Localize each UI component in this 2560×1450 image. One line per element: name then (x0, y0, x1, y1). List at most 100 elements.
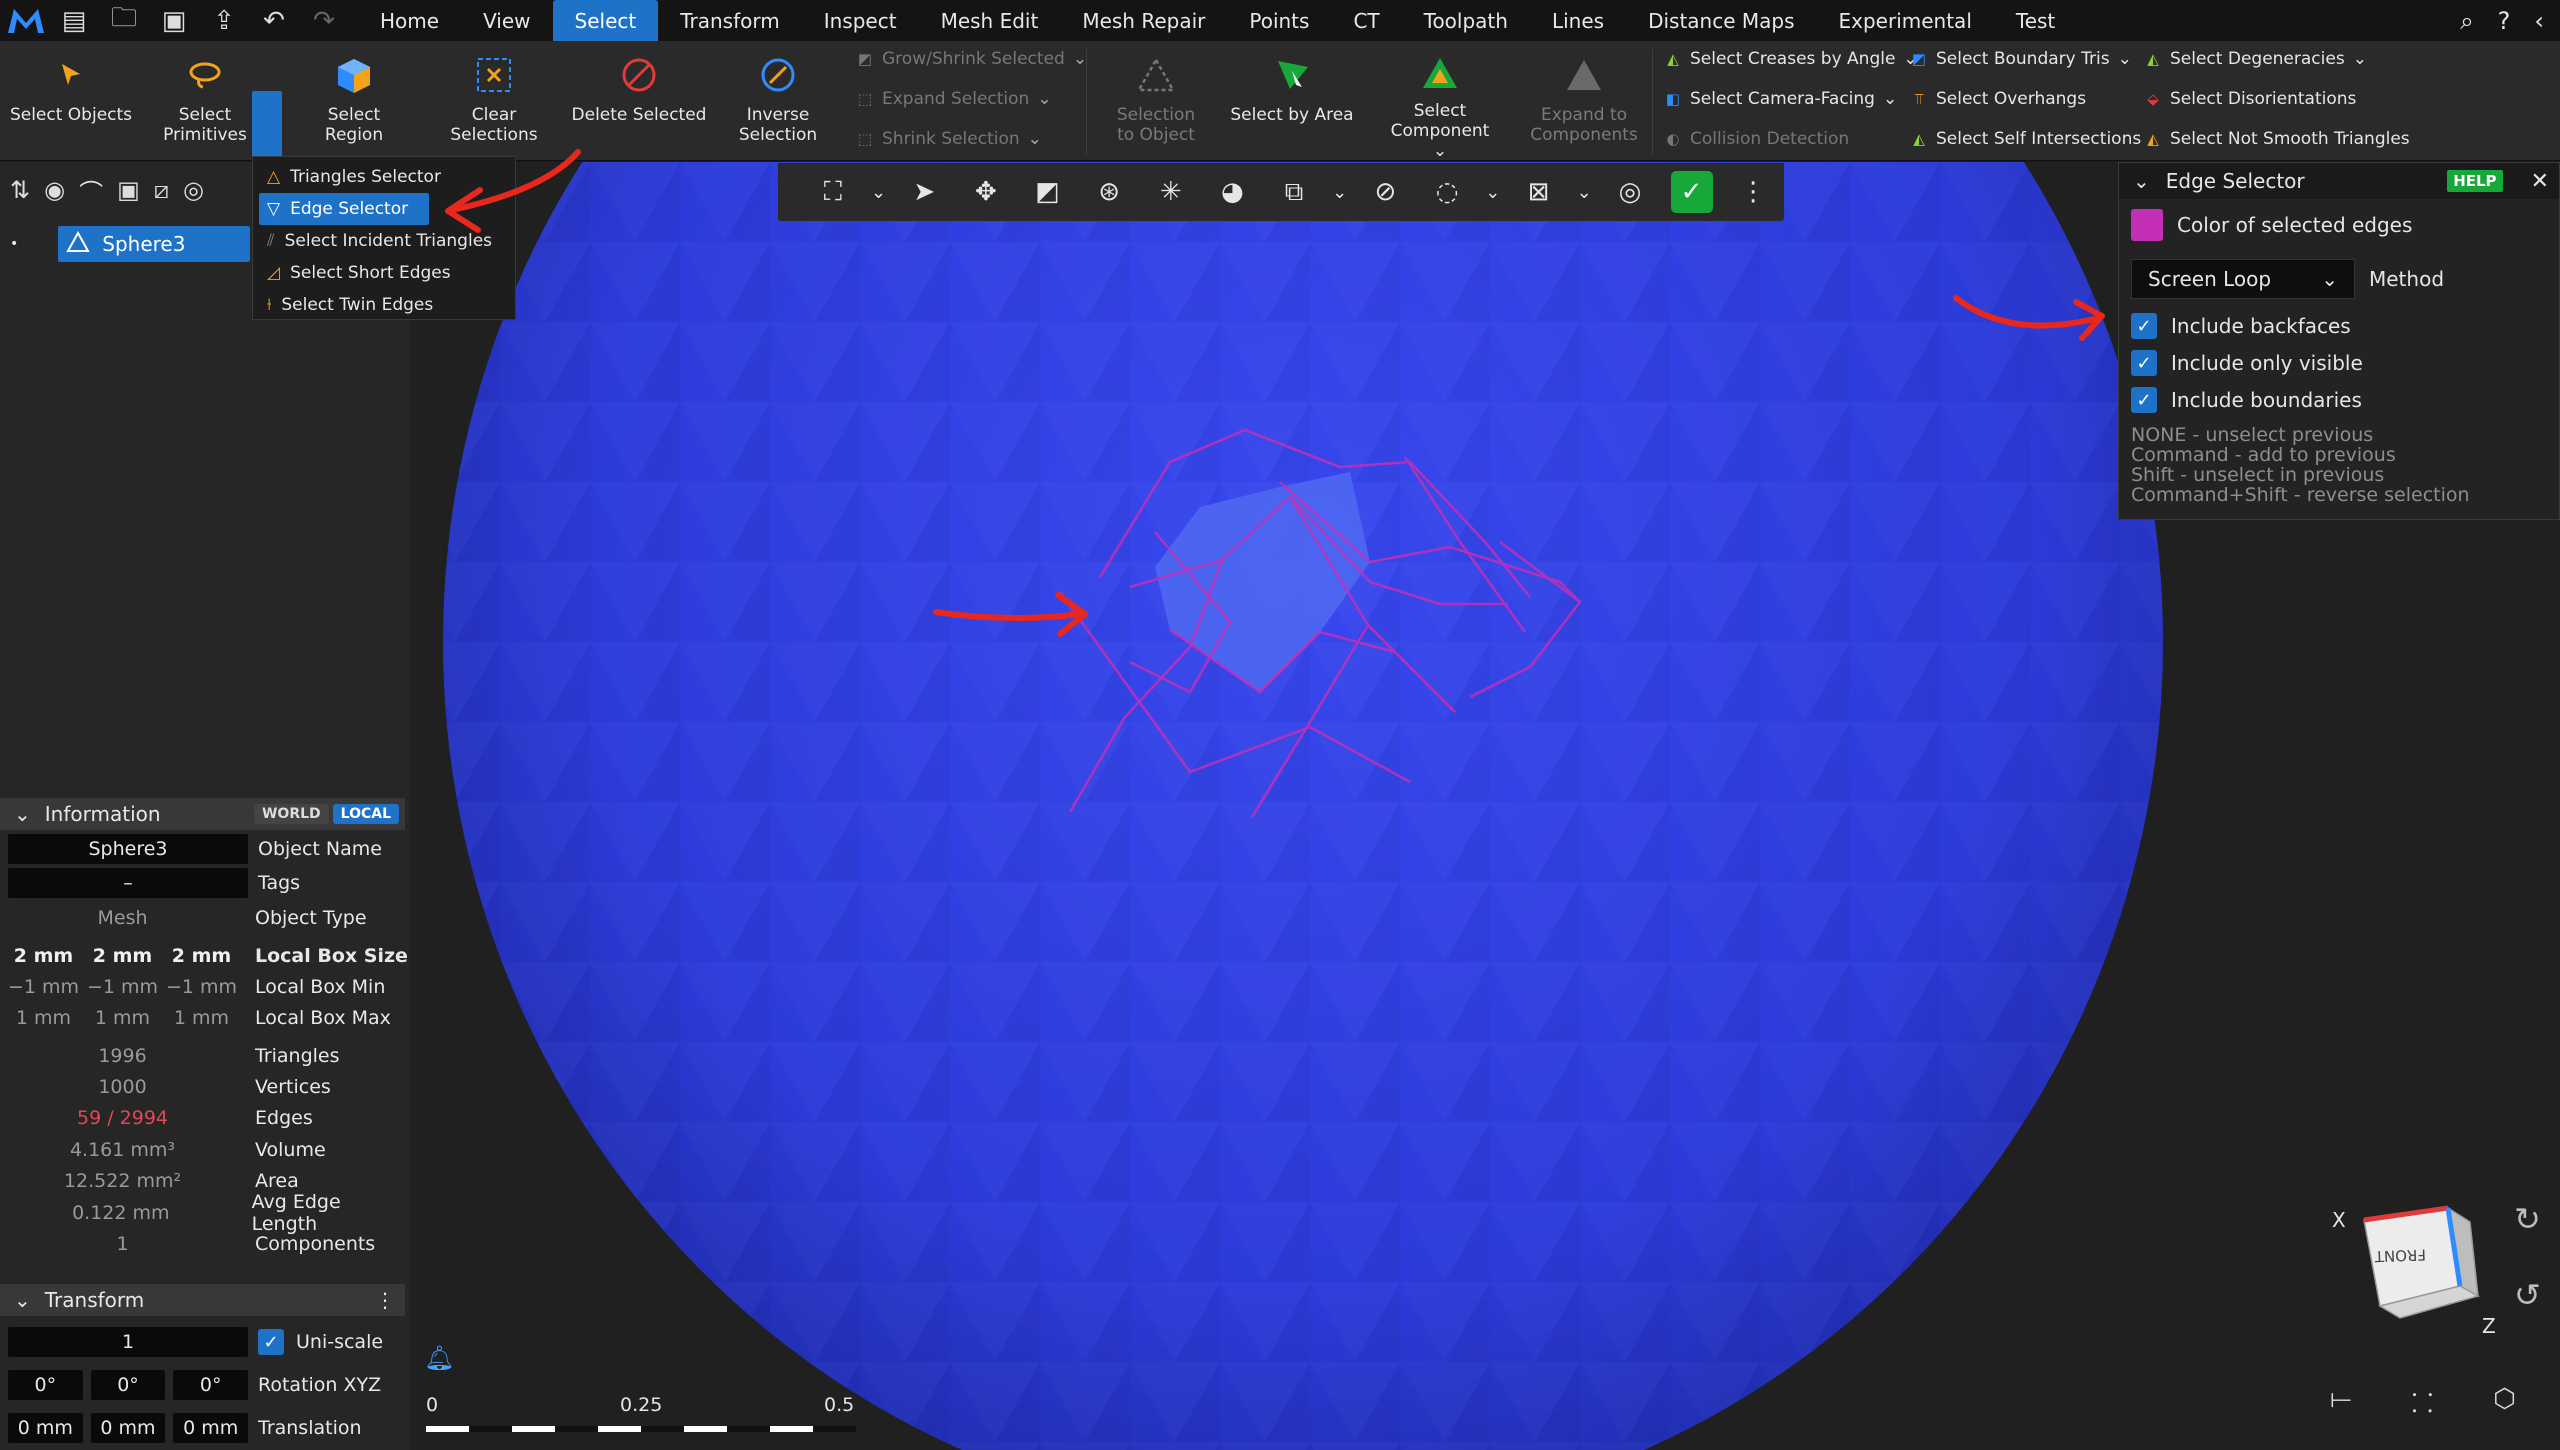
select-by-area-button[interactable]: Select by Area (1230, 41, 1354, 161)
rotation-z-field[interactable]: 0° (173, 1370, 249, 1400)
select-region-button[interactable]: Select Region (296, 41, 412, 161)
box-select-icon[interactable]: ⊠ (1508, 163, 1570, 221)
select-overhangs-button[interactable]: ⫪ Select Overhangs (1910, 89, 2086, 109)
help-icon[interactable]: ? (2498, 7, 2511, 35)
expand-selection-button[interactable]: ⬚ Expand Selection ⌄ (856, 89, 1052, 109)
select-all-icon[interactable]: ▣ (117, 176, 140, 204)
chevron-down-icon[interactable]: ⌄ (1325, 163, 1355, 221)
more-options-icon[interactable]: ⋮ (375, 1288, 395, 1312)
rotate-icon[interactable]: ⊛ (1078, 163, 1140, 221)
tab-mesh-edit[interactable]: Mesh Edit (919, 0, 1061, 41)
shading-icon[interactable]: ◕ (1202, 163, 1264, 221)
rotation-y-field[interactable]: 0° (90, 1370, 166, 1400)
method-select[interactable]: Screen Loop ⌄ (2131, 259, 2355, 299)
deselect-icon[interactable]: ⧄ (154, 176, 169, 204)
chevron-down-icon[interactable]: ⌄ (1478, 163, 1508, 221)
include-only-visible-checkbox[interactable]: ✓ (2131, 350, 2157, 376)
open-folder-icon[interactable]: 🗀 (102, 3, 146, 39)
select-self-intersections-button[interactable]: ◭ Select Self Intersections (1910, 129, 2141, 149)
chevron-down-icon[interactable]: ⌄ (2133, 169, 2150, 193)
new-document-icon[interactable]: ▤ (52, 3, 96, 39)
sort-icon[interactable]: ⇅ (10, 176, 30, 204)
tab-test[interactable]: Test (1994, 0, 2077, 41)
lasso-icon[interactable]: ◌ (1416, 163, 1478, 221)
menu-item-select-incident-triangles[interactable]: ⫽ Select Incident Triangles (253, 225, 515, 257)
tab-lines[interactable]: Lines (1530, 0, 1626, 41)
transform-gizmo-icon[interactable]: ✳ (1140, 163, 1202, 221)
menu-item-edge-selector[interactable]: ▽ Edge Selector (259, 193, 429, 225)
information-header[interactable]: ⌄ Information WORLD LOCAL (0, 798, 405, 830)
local-toggle[interactable]: LOCAL (332, 804, 399, 824)
save-icon[interactable]: ▣ (152, 3, 196, 39)
rotation-x-field[interactable]: 0° (8, 1370, 83, 1400)
clear-selections-button[interactable]: Clear Selections (440, 41, 548, 161)
select-disorientations-button[interactable]: ⬙ Select Disorientations (2144, 89, 2356, 109)
translation-z-field[interactable]: 0 mm (173, 1413, 249, 1443)
select-boundary-tris-button[interactable]: ◩ Select Boundary Tris ⌄ (1910, 49, 2132, 69)
menu-item-select-short-edges[interactable]: ◿ Select Short Edges (253, 257, 515, 289)
translation-x-field[interactable]: 0 mm (8, 1413, 83, 1443)
tab-points[interactable]: Points (1227, 0, 1331, 41)
select-degeneracies-button[interactable]: ◭ Select Degeneracies ⌄ (2144, 49, 2367, 69)
confirm-toggle[interactable]: ✓ (1661, 163, 1723, 221)
include-backfaces-checkbox[interactable]: ✓ (2131, 313, 2157, 339)
select-not-smooth-button[interactable]: ◭ Select Not Smooth Triangles (2144, 129, 2409, 149)
close-icon[interactable]: ✕ (2531, 169, 2549, 194)
select-objects-button[interactable]: Select Objects (8, 41, 134, 161)
notification-bell-icon[interactable]: 🔔︎ (424, 1344, 454, 1372)
selected-edge-color-swatch[interactable] (2131, 209, 2163, 241)
tab-inspect[interactable]: Inspect (802, 0, 919, 41)
chevron-down-icon[interactable]: ⌄ (1569, 163, 1599, 221)
scene-tree-item[interactable]: • Sphere3 (10, 226, 250, 262)
scene-object-sphere3[interactable]: Sphere3 (58, 226, 250, 262)
snap-icon[interactable]: ◎ (1599, 163, 1661, 221)
undo-icon[interactable]: ↶ (252, 3, 296, 39)
pointer-icon[interactable]: ➤ (893, 163, 955, 221)
move-icon[interactable]: ✥ (955, 163, 1017, 221)
tab-select[interactable]: Select (552, 0, 659, 41)
tab-ct[interactable]: CT (1331, 0, 1401, 41)
select-creases-button[interactable]: ◭ Select Creases by Angle ⌄ (1664, 49, 1917, 69)
tab-view[interactable]: View (461, 0, 552, 41)
app-logo-icon[interactable] (0, 0, 52, 41)
tags-field[interactable]: – (8, 868, 248, 898)
visibility-icon[interactable]: ⊘ (1355, 163, 1417, 221)
measure-icon[interactable]: ⟝ (2330, 1384, 2352, 1420)
tab-toolpath[interactable]: Toolpath (1402, 0, 1530, 41)
translation-y-field[interactable]: 0 mm (90, 1413, 166, 1443)
transform-header[interactable]: ⌄ Transform ⋮ (0, 1284, 405, 1316)
inverse-selection-button[interactable]: Inverse Selection (728, 41, 828, 161)
view-cube-icon[interactable]: ⬡ (2493, 1384, 2516, 1420)
uniscale-checkbox[interactable]: ✓ (258, 1329, 284, 1355)
redo-icon[interactable]: ↷ (302, 3, 346, 39)
select-camera-facing-button[interactable]: ◧ Select Camera-Facing ⌄ (1664, 89, 1897, 109)
tab-mesh-repair[interactable]: Mesh Repair (1060, 0, 1227, 41)
selection-to-object-button[interactable]: Selection to Object (1106, 41, 1206, 161)
menu-item-triangles-selector[interactable]: △ Triangles Selector (253, 161, 515, 193)
select-component-button[interactable]: Select Component ⌄ (1382, 41, 1498, 161)
expand-to-components-button[interactable]: Expand to Components (1526, 41, 1642, 161)
tab-home[interactable]: Home (358, 0, 461, 41)
shrink-selection-button[interactable]: ⬚ Shrink Selection ⌄ (856, 129, 1042, 149)
tab-distance-maps[interactable]: Distance Maps (1626, 0, 1816, 41)
menu-item-select-twin-edges[interactable]: ⟊ Select Twin Edges (253, 289, 515, 321)
rotate-view-icon[interactable]: ↻ (2514, 1200, 2541, 1238)
filter-icon[interactable]: ◎ (183, 176, 204, 204)
uniscale-field[interactable]: 1 (8, 1327, 248, 1357)
delete-selected-button[interactable]: Delete Selected (566, 41, 712, 161)
fit-view-icon[interactable]: ⛶ (802, 163, 864, 221)
eye-icon[interactable]: ◉ (44, 176, 65, 204)
select-primitives-button[interactable]: Select Primitives (160, 41, 250, 161)
object-name-field[interactable]: Sphere3 (8, 834, 248, 864)
search-icon[interactable]: ⌕ (2460, 7, 2473, 35)
rotate-view-alt-icon[interactable]: ↺ (2514, 1276, 2541, 1314)
grow-shrink-button[interactable]: ◩ Grow/Shrink Selected ⌄ (856, 49, 1087, 69)
world-toggle[interactable]: WORLD (253, 804, 329, 824)
export-icon[interactable]: ⇪ (202, 3, 246, 39)
include-boundaries-checkbox[interactable]: ✓ (2131, 387, 2157, 413)
hide-icon[interactable]: ⌒ (79, 173, 103, 208)
help-button[interactable]: HELP (2447, 170, 2503, 192)
collision-detection-button[interactable]: ◐ Collision Detection (1664, 129, 1849, 149)
tab-transform[interactable]: Transform (658, 0, 801, 41)
collapse-icon[interactable]: ‹ (2534, 7, 2544, 35)
